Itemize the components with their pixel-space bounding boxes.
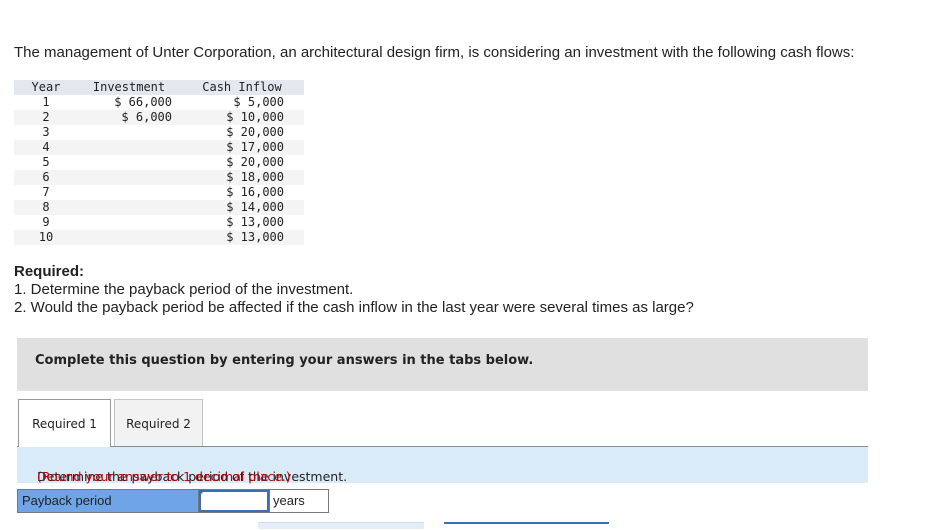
required-title: Required:: [14, 263, 85, 280]
previous-button[interactable]: [258, 522, 424, 529]
investment-cell: [78, 125, 180, 140]
year-cell: 4: [14, 140, 78, 155]
year-cell: 3: [42, 125, 50, 139]
required-item-2: 2. Would the payback period be affected …: [14, 299, 694, 316]
header-investment: Investment: [78, 80, 180, 95]
year-cell: 2: [14, 110, 78, 125]
table-row: 7 $ 16,000: [14, 185, 304, 200]
investment-cell: $ 6,000: [78, 110, 180, 125]
header-cash-inflow: Cash Inflow: [180, 80, 304, 95]
table-row: 1 $ 66,000 $ 5,000: [14, 95, 304, 110]
investment-cell: $ 66,000: [114, 95, 172, 109]
tab-label: Required 2: [126, 417, 191, 431]
investment-cell: [78, 170, 180, 185]
year-cell: 5: [42, 155, 50, 169]
table-row: 4 $ 17,000: [14, 140, 304, 155]
cash-inflow-cell: $ 10,000: [180, 110, 304, 125]
cash-inflow-cell: $ 13,000: [226, 215, 284, 229]
question-instruction: Determine the payback period of the inve…: [17, 447, 868, 484]
table-row: 2 $ 6,000 $ 10,000: [14, 110, 304, 125]
payback-period-label: Payback period: [18, 490, 199, 512]
required-section: Required: 1. Determine the payback perio…: [14, 263, 694, 317]
header-year: Year: [14, 80, 78, 95]
table-row: 3 $ 20,000: [14, 125, 304, 140]
cash-inflow-cell: $ 20,000: [226, 155, 284, 169]
rounding-note: (Round your answer to 1 decimal place.): [37, 469, 291, 484]
investment-cell: [78, 185, 180, 200]
tab-required-1[interactable]: Required 1: [18, 399, 111, 447]
input-flag-icon: [199, 490, 205, 496]
cash-inflow-cell: $ 17,000: [180, 140, 304, 155]
table-row: 5 $ 20,000: [14, 155, 304, 170]
payback-period-input[interactable]: [199, 490, 269, 512]
table-row: 10 $ 13,000: [14, 230, 304, 245]
banner-text: Complete this question by entering your …: [35, 353, 534, 368]
year-cell: 9: [42, 215, 50, 229]
year-cell: 1: [42, 95, 50, 109]
cash-inflow-cell: $ 16,000: [226, 185, 284, 199]
table-row: 9 $ 13,000: [14, 215, 304, 230]
cash-inflow-cell: $ 18,000: [180, 170, 304, 185]
year-cell: 10: [14, 230, 78, 245]
year-cell: 6: [14, 170, 78, 185]
payback-answer-row: Payback period years: [17, 489, 329, 513]
table-header-row: Year Investment Cash Inflow: [14, 80, 304, 95]
investment-cell: [78, 155, 180, 170]
year-cell: 7: [42, 185, 50, 199]
investment-cell: [78, 230, 180, 245]
tab-label: Required 1: [32, 417, 97, 431]
year-cell: 8: [14, 200, 78, 215]
next-button[interactable]: [444, 522, 609, 530]
investment-cell: [78, 140, 180, 155]
table-row: 6 $ 18,000: [14, 170, 304, 185]
investment-cell: [78, 200, 180, 215]
investment-cell: [78, 215, 180, 230]
table-row: 8 $ 14,000: [14, 200, 304, 215]
required-item-1: 1. Determine the payback period of the i…: [14, 281, 354, 298]
unit-label: years: [269, 490, 328, 512]
cash-flow-table: Year Investment Cash Inflow 1 $ 66,000 $ 5…: [14, 80, 304, 245]
tab-required-2[interactable]: Required 2: [114, 399, 203, 446]
instructions-banner: Complete this question by entering your …: [17, 338, 868, 391]
problem-intro: The management of Unter Corporation, an …: [14, 44, 855, 61]
cash-inflow-cell: $ 5,000: [233, 95, 284, 109]
cash-inflow-cell: $ 20,000: [226, 125, 284, 139]
cash-inflow-cell: $ 14,000: [180, 200, 304, 215]
cash-inflow-cell: $ 13,000: [180, 230, 304, 245]
